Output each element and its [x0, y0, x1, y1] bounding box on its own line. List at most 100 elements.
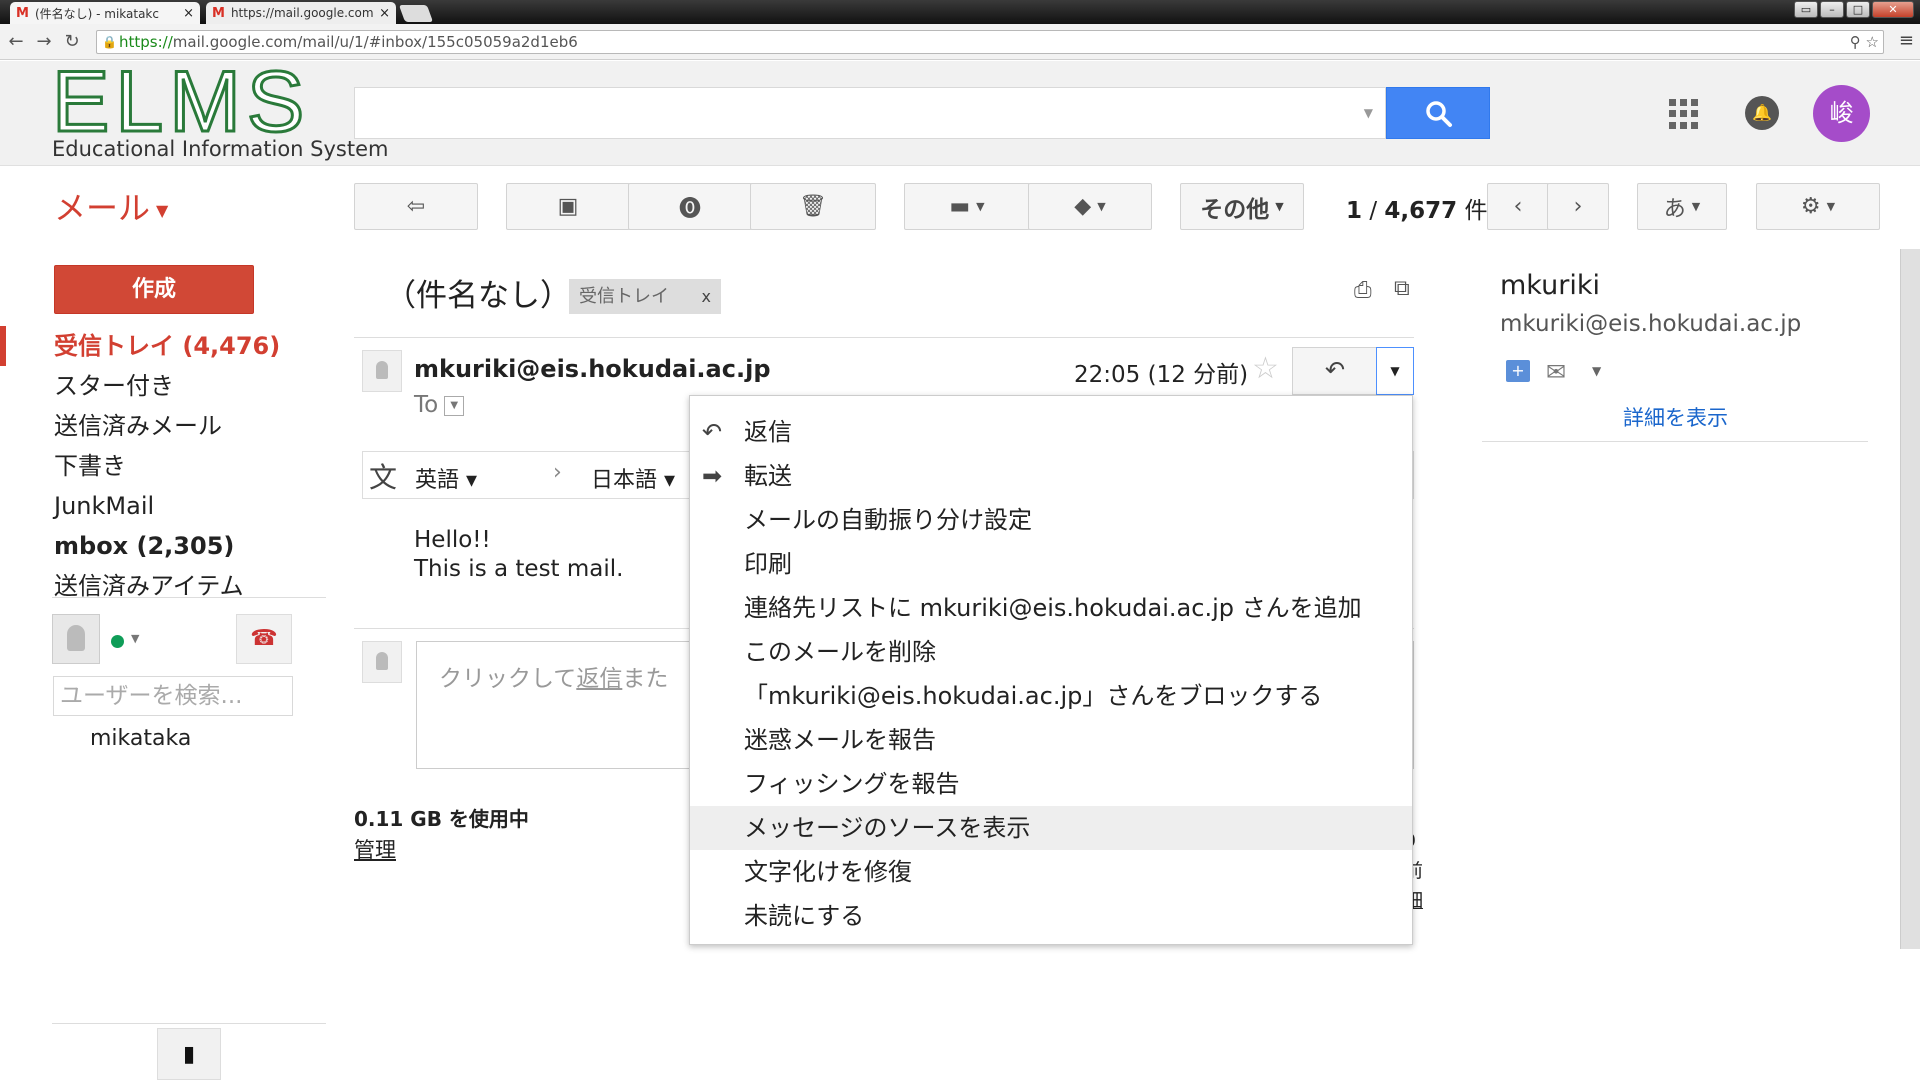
settings-button[interactable]: ⚙ ▼: [1756, 183, 1880, 230]
nav-item-junkmail[interactable]: JunkMail: [0, 486, 330, 526]
nav-item-inbox[interactable]: 受信トレイ (4,476): [0, 326, 330, 366]
minimize-icon[interactable]: –: [1820, 1, 1844, 18]
manage-link[interactable]: 管理: [354, 834, 396, 864]
address-bar[interactable]: 🔒 https://mail.google.com/mail/u/1/#inbo…: [96, 30, 1884, 54]
user-search-input[interactable]: ユーザーを検索...: [53, 676, 293, 716]
search-input[interactable]: ▼: [354, 87, 1386, 139]
show-details-icon[interactable]: ▼: [444, 395, 465, 416]
folder-list: 受信トレイ (4,476) スター付き 送信済みメール 下書き JunkMail…: [0, 326, 330, 606]
menu-item-forward[interactable]: ➡ 転送: [690, 454, 1412, 498]
scrollbar[interactable]: [1900, 249, 1920, 949]
chevron-down-icon[interactable]: ▼: [1592, 364, 1601, 378]
new-tab-button[interactable]: [398, 5, 434, 22]
zoom-star-icons[interactable]: ⚲ ☆: [1850, 31, 1879, 53]
restore-icon[interactable]: ▭: [1794, 1, 1818, 18]
back-icon[interactable]: ←: [4, 31, 28, 52]
nav-item-sent-items[interactable]: 送信済みアイテム: [0, 566, 330, 606]
mail-envelope-icon[interactable]: ✉: [1546, 358, 1566, 386]
nav-item-starred[interactable]: スター付き: [0, 366, 330, 406]
reply-link[interactable]: 返信: [576, 666, 622, 692]
chevron-down-icon: ▼: [156, 200, 169, 220]
app-header: ELMS Educational Information System ▼ 🔔 …: [0, 58, 1920, 166]
sender-avatar: [362, 350, 402, 392]
more-options-button[interactable]: ▼: [1376, 347, 1414, 395]
chat-add-icon[interactable]: +: [1506, 360, 1530, 382]
chat-contact[interactable]: mikataka: [90, 726, 191, 751]
hangouts-phone-icon[interactable]: ☎: [236, 614, 292, 664]
chevron-down-icon: ▼: [1275, 200, 1284, 213]
reply-icon: ↶: [702, 418, 723, 446]
sender-address[interactable]: mkuriki@eis.hokudai.ac.jp: [414, 355, 771, 383]
menu-item-block[interactable]: 「mkuriki@eis.hokudai.ac.jp」さんをブロックする: [690, 674, 1412, 718]
remove-label-icon[interactable]: x: [702, 279, 711, 314]
contact-email: mkuriki@eis.hokudai.ac.jp: [1500, 311, 1802, 337]
menu-item-show-original[interactable]: メッセージのソースを表示: [690, 806, 1412, 850]
search-button[interactable]: [1386, 87, 1490, 139]
back-to-inbox-button[interactable]: ⇦: [354, 183, 478, 230]
print-icon[interactable]: ⎙: [1354, 278, 1372, 303]
back-arrow-icon: ⇦: [406, 194, 426, 219]
menu-item-fix-encoding[interactable]: 文字化けを修復: [690, 850, 1412, 894]
show-details-link[interactable]: 詳細を表示: [1623, 402, 1728, 432]
report-spam-button[interactable]: ⓿: [628, 183, 752, 230]
chevron-down-icon: ▼: [976, 200, 985, 213]
chevron-down-icon: ▼: [1097, 200, 1106, 213]
input-tools-button[interactable]: あ ▼: [1637, 183, 1727, 230]
archive-icon: ▣: [557, 194, 579, 219]
reload-icon[interactable]: ↻: [60, 31, 84, 52]
older-button[interactable]: ›: [1547, 183, 1609, 230]
move-to-button[interactable]: ▬ ▼: [904, 183, 1030, 230]
chat-profile-avatar[interactable]: [52, 614, 100, 664]
delete-button[interactable]: 🗑: [750, 183, 876, 230]
nav-item-drafts[interactable]: 下書き: [0, 446, 330, 486]
source-language-select[interactable]: 英語 ▾: [415, 462, 477, 494]
close-window-icon[interactable]: ✕: [1872, 1, 1914, 18]
reply-button[interactable]: ↶: [1292, 347, 1378, 395]
newer-button[interactable]: ‹: [1487, 183, 1549, 230]
apps-grid-icon[interactable]: [1669, 99, 1699, 129]
more-actions-button[interactable]: その他 ▼: [1180, 183, 1304, 230]
close-tab-icon[interactable]: ×: [379, 6, 390, 21]
browser-menu-icon[interactable]: ≡: [1899, 30, 1914, 51]
reply-placeholder: クリックして返信また: [439, 666, 669, 692]
gmail-icon: M: [16, 5, 29, 21]
menu-item-add-contact[interactable]: 連絡先リストに mkuriki@eis.hokudai.ac.jp さんを追加: [690, 586, 1412, 630]
window-controls: ▭ – □ ✕: [1794, 1, 1914, 18]
notifications-bell-icon[interactable]: 🔔: [1745, 96, 1779, 130]
tab-inbox[interactable]: M (件名なし) - mikatakc ×: [10, 2, 200, 24]
tab-gmail[interactable]: M https://mail.google.com ×: [206, 2, 396, 24]
chat-bubble-icon[interactable]: ▮: [157, 1028, 221, 1080]
reply-icon: ↶: [1324, 356, 1346, 384]
mail-switcher[interactable]: メール ▼: [54, 183, 168, 229]
contact-name: mkuriki: [1500, 270, 1600, 301]
recipient-line[interactable]: To ▼: [414, 392, 465, 418]
menu-item-mark-unread[interactable]: 未読にする: [690, 894, 1412, 938]
menu-item-reply[interactable]: ↶ 返信: [690, 410, 1412, 454]
archive-button[interactable]: ▣: [506, 183, 630, 230]
message-subject: （件名なし）: [385, 278, 571, 314]
chevron-down-icon[interactable]: ▼: [131, 632, 139, 645]
menu-item-report-spam[interactable]: 迷惑メールを報告: [690, 718, 1412, 762]
menu-item-print[interactable]: 印刷: [690, 542, 1412, 586]
nav-item-sent[interactable]: 送信済みメール: [0, 406, 330, 446]
compose-button[interactable]: 作成: [54, 265, 254, 314]
chevron-down-icon: ▼: [1826, 200, 1836, 213]
inbox-label-chip[interactable]: 受信トレイ x: [569, 279, 721, 314]
menu-item-delete[interactable]: このメールを削除: [690, 630, 1412, 674]
close-tab-icon[interactable]: ×: [183, 6, 194, 21]
gear-icon: ⚙: [1800, 194, 1821, 219]
forward-icon[interactable]: →: [32, 31, 56, 52]
menu-item-report-phishing[interactable]: フィッシングを報告: [690, 762, 1412, 806]
elms-logo[interactable]: ELMS Educational Information System: [50, 58, 388, 162]
account-avatar[interactable]: 峻: [1813, 85, 1870, 142]
target-language-select[interactable]: 日本語 ▾: [591, 462, 675, 494]
online-status-icon[interactable]: [111, 635, 124, 648]
search-options-icon[interactable]: ▼: [1364, 106, 1373, 120]
nav-item-mbox[interactable]: mbox (2,305): [0, 526, 330, 566]
star-icon[interactable]: ☆: [1252, 351, 1279, 386]
maximize-icon[interactable]: □: [1846, 1, 1870, 18]
open-new-window-icon[interactable]: ⧉: [1394, 276, 1410, 301]
labels-button[interactable]: ◆ ▼: [1028, 183, 1152, 230]
message-body: Hello!! This is a test mail.: [414, 527, 624, 582]
menu-item-filter[interactable]: メールの自動振り分け設定: [690, 498, 1412, 542]
